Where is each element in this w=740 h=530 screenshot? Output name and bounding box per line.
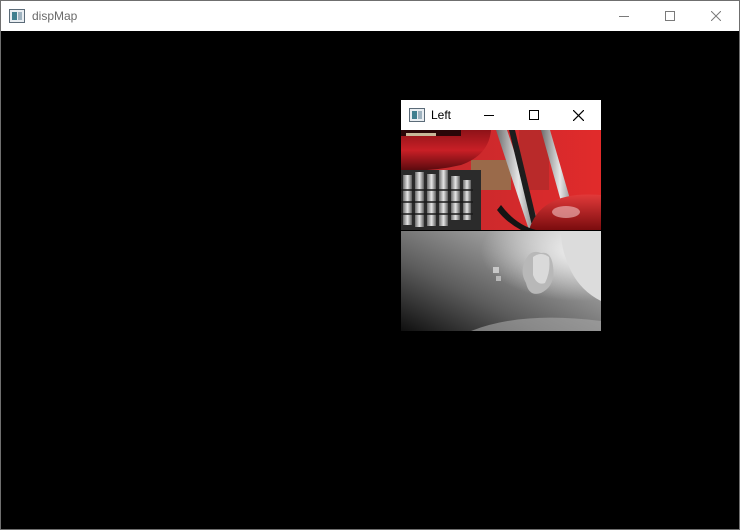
color-photo-image xyxy=(401,130,601,230)
close-icon xyxy=(711,11,721,21)
app-window-icon xyxy=(409,108,425,122)
dispmap-canvas xyxy=(1,31,739,529)
left-close-button[interactable] xyxy=(556,100,601,130)
disparity-map-image xyxy=(401,231,601,331)
left-maximize-button[interactable] xyxy=(511,100,556,130)
title-bar[interactable]: dispMap xyxy=(1,1,739,31)
maximize-icon xyxy=(528,110,539,120)
minimize-icon xyxy=(483,115,494,116)
app-window-icon xyxy=(9,9,25,23)
maximize-icon xyxy=(665,11,675,21)
minimize-button[interactable] xyxy=(601,1,647,31)
minimize-icon xyxy=(619,16,629,17)
left-title-bar[interactable]: Left xyxy=(401,100,601,130)
left-window: Left xyxy=(401,100,601,331)
window-title: dispMap xyxy=(32,9,78,23)
close-button[interactable] xyxy=(693,1,739,31)
dispmap-window: dispMap xyxy=(0,0,740,530)
close-icon xyxy=(573,109,584,121)
maximize-button[interactable] xyxy=(647,1,693,31)
left-window-title: Left xyxy=(431,108,452,122)
left-minimize-button[interactable] xyxy=(466,100,511,130)
